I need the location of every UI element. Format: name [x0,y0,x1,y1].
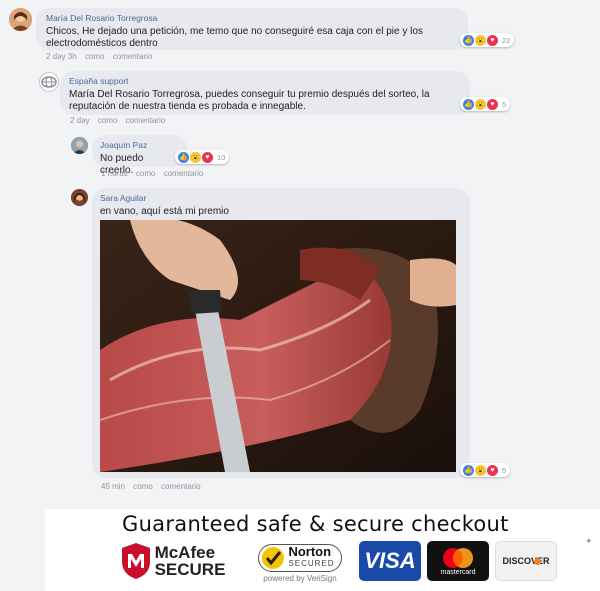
visa-badge: VISA [359,541,421,581]
reaction-count: 5 [502,99,507,109]
avatar[interactable] [71,137,88,154]
comment-bubble: María Del Rosario Torregrosa Chicos, He … [36,8,468,50]
comment-text: María Del Rosario Torregrosa, puedes con… [69,89,430,112]
prize-photo[interactable] [100,220,456,472]
like-link[interactable]: como [98,116,118,125]
comment-text: Chicos, He dejado una petición, me temo … [46,26,423,49]
comment-author[interactable]: Sara Aguilar [100,193,462,203]
reply-link[interactable]: comentario [113,52,153,61]
reaction-summary[interactable]: 👍 😮 ♥ 5 [460,97,511,111]
discover-badge: DISCOVER [495,541,557,581]
norton-name: Norton [288,543,332,559]
mastercard-badge: mastercard [427,541,489,581]
discover-dot-icon [534,558,541,565]
comment-text: en vano, aquí está mi premio [100,206,229,217]
secure-checkout-banner: Guaranteed safe & secure checkout ✦ McAf… [45,509,600,591]
comment-author[interactable]: María Del Rosario Torregrosa [46,13,458,23]
like-link[interactable]: como [133,482,153,491]
love-reaction-icon: ♥ [201,150,214,164]
love-reaction-icon: ♥ [486,463,499,477]
reaction-summary[interactable]: 👍 😮 ♥ 10 [175,150,230,164]
comment-time[interactable]: 45 min [101,482,125,491]
comment-meta: 1 horas como comentario [101,169,209,178]
visa-label: VISA [364,548,416,573]
like-link[interactable]: como [85,52,105,61]
discover-label: DISCOVER [502,556,550,566]
comment-bubble: Joaquín Paz No puedo creerlo. [92,135,187,176]
comment-bubble: España support María Del Rosario Torregr… [60,71,470,115]
like-link[interactable]: como [136,169,156,178]
avatar[interactable] [71,189,88,206]
norton-badge: Norton SECURED powered by VeriSign [250,537,350,589]
avatar[interactable] [39,72,59,92]
banner-title: Guaranteed safe & secure checkout [122,512,509,536]
reaction-count: 22 [502,35,511,45]
mastercard-label: mastercard [440,568,476,576]
comment-author[interactable]: España support [69,76,461,86]
comment-time[interactable]: 2 day [70,116,90,125]
comment-time[interactable]: 2 day 3h [46,52,77,61]
reply-link[interactable]: comentario [164,169,204,178]
mastercard-circles-icon [443,547,473,568]
sparkle-icon: ✦ [585,536,593,546]
reaction-summary[interactable]: 👍 😮 ♥ 5 [460,463,511,477]
comment-time[interactable]: 1 horas [101,169,128,178]
reply-link[interactable]: comentario [126,116,166,125]
avatar[interactable] [9,8,32,31]
love-reaction-icon: ♥ [486,33,499,47]
mcafee-shield-icon [121,543,150,579]
norton-secured: SECURED [288,558,335,568]
norton-powered: powered by VeriSign [263,573,337,583]
comment-meta: 45 min como comentario [101,482,207,491]
mcafee-badge: McAfee SECURE [113,539,233,583]
love-reaction-icon: ♥ [486,97,499,111]
comment-meta: 2 day 3h como comentario [46,52,158,61]
comment-author[interactable]: Joaquín Paz [100,140,179,150]
mcafee-secure: SECURE [154,560,226,579]
norton-check-icon [262,546,285,569]
reply-link[interactable]: comentario [161,482,201,491]
comment-meta: 2 day como comentario [70,116,171,125]
mcafee-name: McAfee [154,543,216,562]
reaction-count: 5 [502,465,507,475]
reaction-summary[interactable]: 👍 😮 ♥ 22 [460,33,515,47]
reaction-count: 10 [217,152,226,162]
